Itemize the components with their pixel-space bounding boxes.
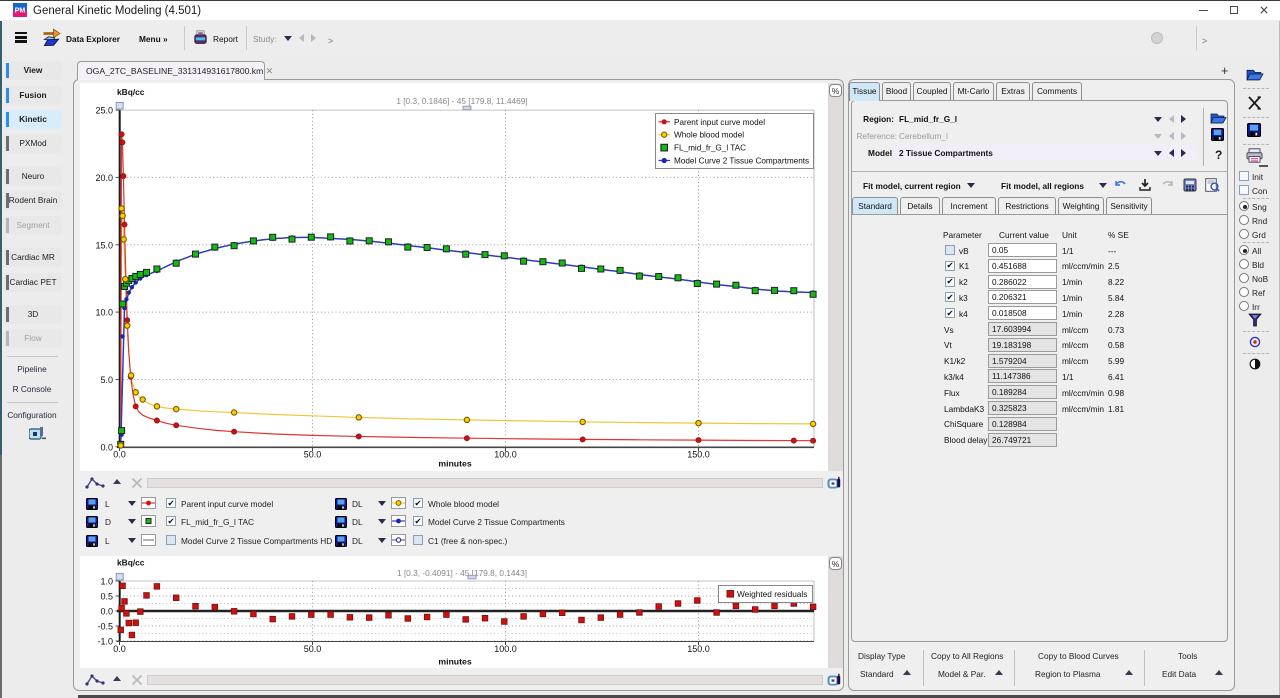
svg-text:Parent input curve model: Parent input curve model — [674, 118, 765, 127]
svg-text:25.0: 25.0 — [95, 106, 113, 116]
svg-text:5.0: 5.0 — [100, 375, 113, 385]
svg-text:0.0: 0.0 — [113, 644, 126, 654]
svg-text:PM: PM — [15, 8, 26, 15]
svg-text:Model Curve 2 Tissue Compartme: Model Curve 2 Tissue Compartments — [674, 157, 809, 166]
svg-text:-1.0: -1.0 — [97, 637, 113, 647]
svg-text:150.0: 150.0 — [687, 450, 710, 460]
svg-text:Whole blood model: Whole blood model — [674, 131, 744, 140]
svg-text:1 [0.3, 0.1846] - 45 [179.8, 1: 1 [0.3, 0.1846] - 45 [179.8, 11.4469] — [396, 96, 527, 106]
svg-text:0.5: 0.5 — [100, 592, 113, 602]
svg-text:10.0: 10.0 — [95, 308, 113, 318]
svg-text:minutes: minutes — [438, 459, 471, 469]
svg-text:20.0: 20.0 — [95, 173, 113, 183]
svg-text:0.0: 0.0 — [100, 442, 113, 452]
svg-text:0.0: 0.0 — [113, 450, 126, 460]
svg-text:150.0: 150.0 — [687, 644, 710, 654]
svg-text:Weighted residuals: Weighted residuals — [737, 589, 807, 599]
svg-text:FL_mid_fr_G_l TAC: FL_mid_fr_G_l TAC — [674, 144, 746, 153]
svg-text:kBq/cc: kBq/cc — [117, 558, 145, 568]
svg-text:15.0: 15.0 — [95, 240, 113, 250]
svg-text:1.0: 1.0 — [100, 577, 113, 587]
svg-text:0.0: 0.0 — [100, 607, 113, 617]
svg-text:100.0: 100.0 — [494, 644, 517, 654]
svg-text:kBq/cc: kBq/cc — [117, 87, 145, 97]
svg-text:1 [0.3, -0.4091] - 45 [179.8,: 1 [0.3, -0.4091] - 45 [179.8, 0.1443] — [397, 568, 527, 578]
svg-text:-0.5: -0.5 — [97, 622, 113, 632]
svg-text:minutes: minutes — [438, 657, 471, 667]
svg-text:50.0: 50.0 — [304, 644, 322, 654]
svg-text:100.0: 100.0 — [494, 450, 517, 460]
svg-text:50.0: 50.0 — [304, 450, 322, 460]
